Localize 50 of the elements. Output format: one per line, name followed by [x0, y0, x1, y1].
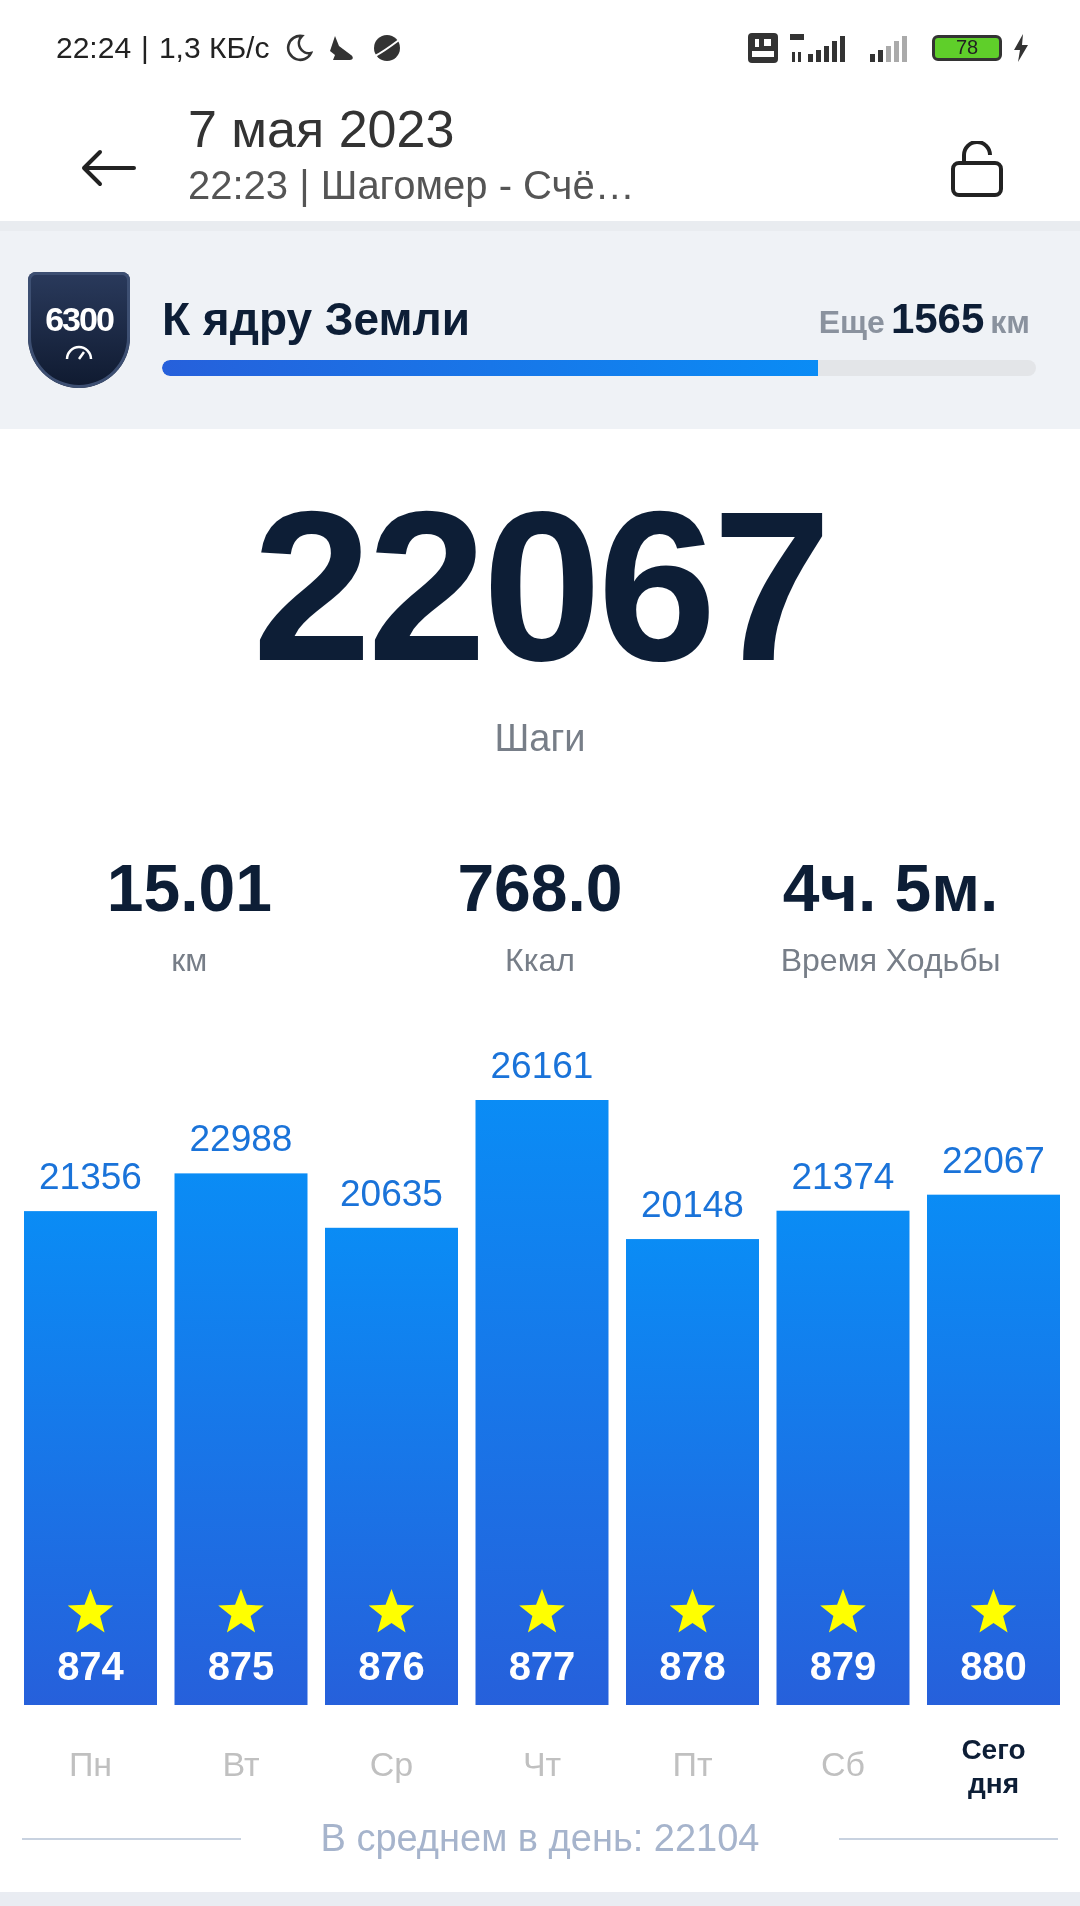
star-count: 874: [57, 1644, 124, 1688]
star-count: 877: [508, 1644, 576, 1688]
stat-value: 4ч. 5м.: [782, 850, 999, 926]
star-icon: [67, 1589, 114, 1633]
step-label: Шаги: [494, 717, 586, 760]
day-label: Чт: [522, 1745, 562, 1784]
volte-icon: [748, 32, 778, 63]
remaining-distance: Еще 1565 км: [817, 295, 1031, 343]
day-label: Ср: [369, 1745, 414, 1784]
day-label: Сегодня: [960, 1733, 1027, 1801]
stat-label: км: [171, 942, 208, 979]
header-subtitle: 22:23 | Шагомер - Счё…: [188, 162, 636, 208]
star-count: 880: [960, 1644, 1027, 1688]
star-icon: [218, 1589, 264, 1633]
status-time: 22:24: [56, 30, 132, 65]
step-count: 22067: [252, 479, 828, 693]
day-label: Вт: [222, 1745, 260, 1784]
charging-icon: [1012, 32, 1030, 63]
battery-icon: 78: [932, 34, 1002, 61]
bar-value: 22988: [189, 1118, 293, 1160]
day-label: Пт: [672, 1745, 713, 1784]
day-label: Пн: [68, 1745, 113, 1784]
star-icon: [970, 1589, 1017, 1633]
star-icon: [669, 1589, 716, 1633]
bar-value: 26161: [490, 1045, 594, 1086]
stat-label: Ккал: [505, 942, 575, 979]
daily-average: В среднем в день: 22104: [320, 1817, 760, 1860]
header-title: 7 мая 2023: [188, 98, 456, 159]
star-icon: [820, 1589, 866, 1633]
unlocked-padlock-icon[interactable]: [950, 141, 1004, 197]
gauge-icon: [64, 344, 94, 361]
stat-value: 15.01: [106, 850, 272, 926]
bar-value: 22067: [942, 1139, 1045, 1181]
stat-value: 768.0: [457, 850, 623, 926]
star-count: 879: [809, 1644, 877, 1688]
star-count: 875: [207, 1644, 275, 1688]
bar-value: 21374: [791, 1155, 895, 1197]
goal-title: К ядру Земли: [162, 292, 471, 346]
status-separator: |: [141, 30, 149, 65]
star-count: 878: [659, 1644, 726, 1688]
goal-badge: 6300: [28, 272, 130, 388]
bar-value: 20635: [340, 1172, 443, 1214]
stat-label: Время Ходьбы: [780, 942, 1001, 979]
star-icon: [368, 1589, 415, 1633]
bar-value: 20148: [641, 1184, 744, 1226]
network-speed: 1,3 КБ/с: [158, 30, 270, 65]
star-icon: [519, 1589, 565, 1633]
star-count: 876: [358, 1644, 425, 1688]
bar-value: 21356: [39, 1156, 142, 1198]
day-label: Сб: [821, 1745, 865, 1784]
